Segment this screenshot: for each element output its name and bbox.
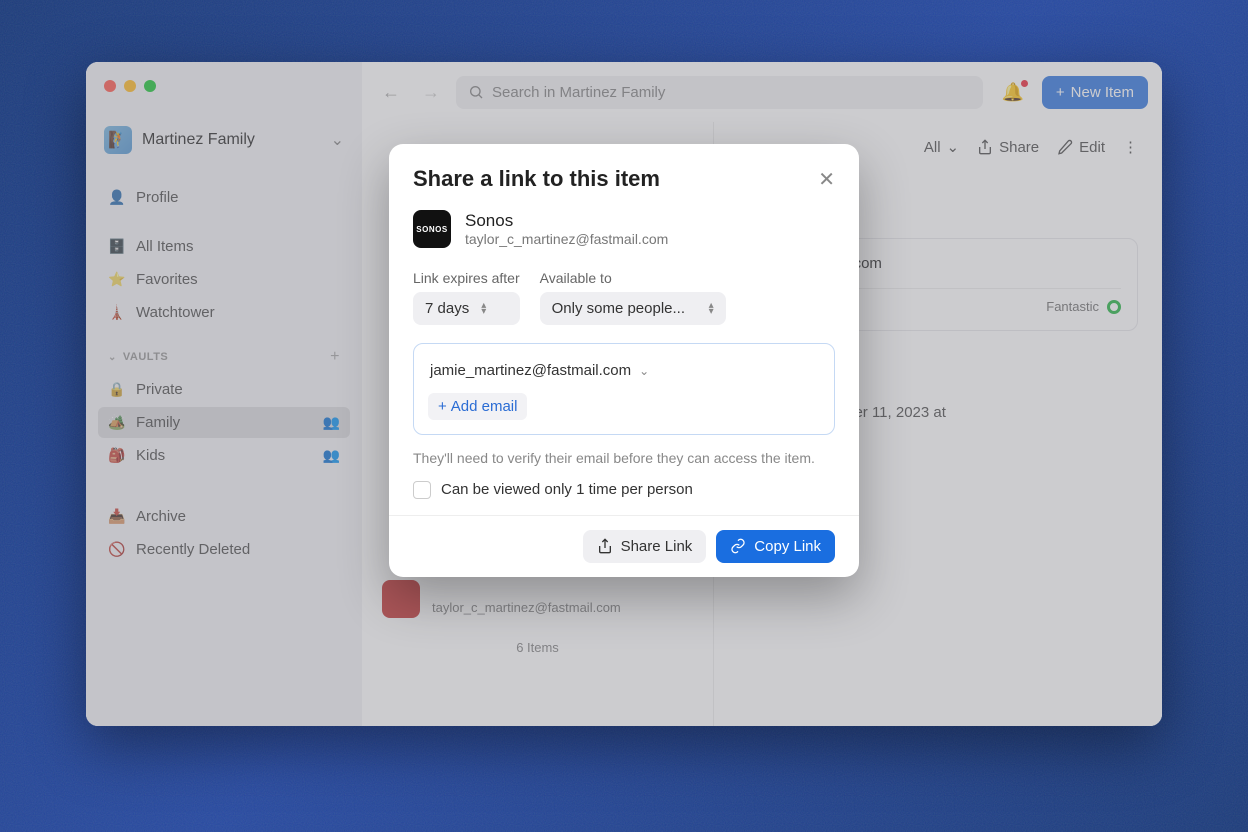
email-list: jamie_martinez@fastmail.com ⌄ + Add emai… xyxy=(413,343,835,435)
modal-footer: Share Link Copy Link xyxy=(389,515,859,577)
add-email-button[interactable]: + Add email xyxy=(428,393,527,420)
email-chip[interactable]: jamie_martinez@fastmail.com ⌄ xyxy=(428,358,651,383)
select-caret-icon: ▴▾ xyxy=(709,303,714,315)
view-once-checkbox[interactable]: Can be viewed only 1 time per person xyxy=(413,481,835,499)
help-text: They'll need to verify their email befor… xyxy=(413,449,835,469)
app-window: 🧗 Martinez Family ⌄ 👤 Profile 🗄️ All Ite… xyxy=(86,62,1162,726)
share-icon xyxy=(597,538,613,554)
share-modal: Share a link to this item ✕ SONOS Sonos … xyxy=(389,144,859,577)
copy-link-button[interactable]: Copy Link xyxy=(716,530,835,563)
chevron-down-icon: ⌄ xyxy=(639,364,649,378)
modal-item-header: SONOS Sonos taylor_c_martinez@fastmail.c… xyxy=(413,210,835,248)
available-select[interactable]: Only some people... ▴▾ xyxy=(540,292,726,325)
modal-title: Share a link to this item xyxy=(413,166,660,192)
share-link-button[interactable]: Share Link xyxy=(583,530,707,563)
select-caret-icon: ▴▾ xyxy=(481,303,486,315)
item-name: Sonos xyxy=(465,211,668,231)
plus-icon: + xyxy=(438,398,447,415)
expires-label: Link expires after xyxy=(413,270,520,286)
item-subtitle: taylor_c_martinez@fastmail.com xyxy=(465,231,668,247)
expires-select[interactable]: 7 days ▴▾ xyxy=(413,292,520,325)
available-label: Available to xyxy=(540,270,726,286)
close-button[interactable]: ✕ xyxy=(818,167,835,192)
checkbox-icon xyxy=(413,481,431,499)
link-icon xyxy=(730,538,746,554)
modal-overlay[interactable]: Share a link to this item ✕ SONOS Sonos … xyxy=(86,62,1162,726)
item-icon: SONOS xyxy=(413,210,451,248)
